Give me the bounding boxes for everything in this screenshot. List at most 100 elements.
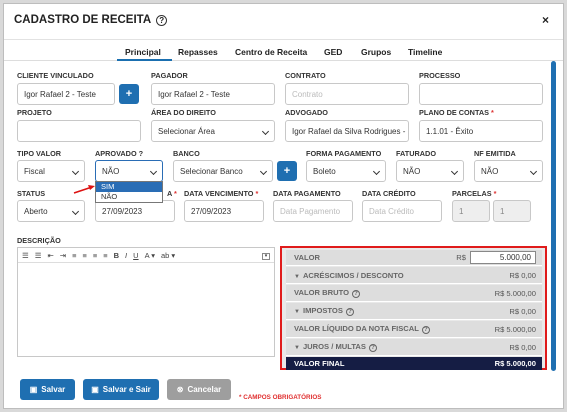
underline-icon[interactable]: U [133, 251, 138, 260]
numbered-list-icon[interactable]: ☰ [35, 251, 42, 260]
projeto-field[interactable] [17, 120, 141, 142]
help-icon[interactable]: ? [421, 326, 430, 334]
align-right-icon[interactable]: ≡ [93, 251, 97, 260]
cancel-icon: ⊗ [176, 385, 184, 394]
advogado-label: ADVOGADO [285, 108, 328, 117]
tipo-valor-select[interactable]: Fiscal [17, 160, 85, 182]
caret-down-icon[interactable]: ▼ [294, 345, 300, 351]
modal-title: CADASTRO DE RECEITA ? [14, 14, 168, 26]
indent-icon[interactable]: ⇥ [60, 251, 66, 260]
data-venc-field[interactable]: 27/09/2023 [184, 200, 264, 222]
data-comp-label: A * [167, 189, 177, 198]
valor-input[interactable]: 5.000,00 [470, 251, 536, 264]
align-justify-icon[interactable]: ≡ [103, 251, 107, 260]
save-icon: ▣ [29, 385, 38, 394]
help-icon[interactable]: ? [156, 14, 168, 26]
text-color-icon[interactable]: A ▾ [145, 251, 155, 260]
modal-title-text: CADASTRO DE RECEITA [14, 14, 152, 26]
valor-final-row: VALOR FINAL R$ 5.000,00 [286, 357, 542, 370]
data-venc-label: DATA VENCIMENTO * [184, 189, 258, 198]
scrollbar[interactable] [551, 61, 556, 371]
data-venc-label-text: DATA VENCIMENTO [184, 189, 254, 198]
help-icon[interactable]: ? [345, 308, 354, 316]
pagador-field[interactable]: Igor Rafael 2 - Teste [151, 83, 275, 105]
option-nao[interactable]: NÃO [96, 192, 162, 202]
plano-field[interactable]: 1.1.01 - Êxito [419, 120, 543, 142]
option-sim[interactable]: SIM [96, 182, 162, 192]
tipo-valor-label: TIPO VALOR [17, 149, 62, 158]
red-arrow-icon [73, 185, 95, 194]
data-cred-field[interactable]: Data Crédito [362, 200, 442, 222]
data-pag-label: DATA PAGAMENTO [273, 189, 341, 198]
tab-principal[interactable]: Principal [125, 47, 161, 57]
save-button[interactable]: ▣ Salvar [20, 379, 75, 400]
valor-final-value: R$ 5.000,00 [494, 359, 536, 368]
tab-centro-de-receita[interactable]: Centro de Receita [235, 47, 307, 57]
help-icon[interactable]: ? [368, 344, 377, 352]
impostos-label: IMPOSTOS [302, 306, 343, 315]
toolbar-toggle-icon[interactable]: ▾ [262, 253, 270, 260]
valor-bruto-label-group: VALOR BRUTO? [294, 288, 360, 298]
juros-label: JUROS / MULTAS [302, 342, 366, 351]
status-select[interactable]: Aberto [17, 200, 85, 222]
required-mark: * [491, 108, 494, 117]
valor-row: VALOR R$ 5.000,00 [286, 250, 542, 266]
caret-down-icon[interactable]: ▼ [294, 309, 300, 315]
caret-down-icon[interactable]: ▼ [294, 274, 300, 280]
valor-bruto-value: R$ 5.000,00 [494, 288, 536, 298]
outdent-icon[interactable]: ⇤ [47, 251, 53, 260]
acrescimos-row[interactable]: ▼ ACRÉSCIMOS / DESCONTO R$ 0,00 [286, 267, 542, 284]
align-left-icon[interactable]: ≡ [72, 251, 76, 260]
banco-select[interactable]: Selecionar Banco [173, 160, 273, 182]
area-label: ÁREA DO DIREITO [151, 108, 216, 117]
data-comp-field[interactable]: 27/09/2023 [95, 200, 175, 222]
cancel-button[interactable]: ⊗ Cancelar [167, 379, 231, 400]
contrato-field[interactable]: Contrato [285, 83, 409, 105]
help-icon[interactable]: ? [351, 290, 360, 298]
forma-pag-select[interactable]: Boleto [306, 160, 386, 182]
aprovado-dropdown[interactable]: SIM NÃO [95, 181, 163, 203]
valor-bruto-label: VALOR BRUTO [294, 288, 349, 297]
aprovado-select[interactable]: NÃO [95, 160, 163, 182]
advogado-field[interactable]: Igor Rafael da Silva Rodrigues - [285, 120, 409, 142]
acrescimos-value: R$ 0,00 [509, 270, 536, 280]
tab-timeline[interactable]: Timeline [408, 47, 442, 57]
align-center-icon[interactable]: ≡ [82, 251, 86, 260]
add-banco-button[interactable]: + [277, 161, 297, 181]
nf-select[interactable]: NÃO [474, 160, 543, 182]
add-cliente-button[interactable]: + [119, 84, 139, 104]
impostos-label-group: ▼ IMPOSTOS? [294, 306, 354, 316]
save-icon: ▣ [91, 385, 99, 394]
valor-input-group: R$ 5.000,00 [456, 251, 536, 264]
save-exit-label: Salvar e Sair [102, 385, 151, 394]
juros-label-group: ▼ JUROS / MULTAS? [294, 342, 377, 352]
tab-repasses[interactable]: Repasses [178, 47, 218, 57]
banco-label: BANCO [173, 149, 200, 158]
close-icon[interactable]: × [542, 13, 549, 27]
plano-label: PLANO DE CONTAS * [419, 108, 494, 117]
impostos-value: R$ 0,00 [509, 306, 536, 316]
faturado-select[interactable]: NÃO [396, 160, 464, 182]
area-select[interactable]: Selecionar Área [151, 120, 275, 142]
highlight-icon[interactable]: ab ▾ [161, 251, 175, 260]
tab-ged[interactable]: GED [324, 47, 342, 57]
valor-liquido-row: VALOR LÍQUIDO DA NOTA FISCAL? R$ 5.000,0… [286, 321, 542, 338]
valor-final-label: VALOR FINAL [294, 359, 345, 368]
bold-icon[interactable]: B [114, 251, 119, 260]
acrescimos-label-group: ▼ ACRÉSCIMOS / DESCONTO [294, 271, 404, 280]
juros-row[interactable]: ▼ JUROS / MULTAS? R$ 0,00 [286, 339, 542, 356]
bullet-list-icon[interactable]: ☰ [22, 251, 29, 260]
contrato-label: CONTRATO [285, 71, 326, 80]
italic-icon[interactable]: I [125, 251, 127, 260]
processo-field[interactable] [419, 83, 543, 105]
valor-label: VALOR [294, 253, 321, 262]
cancel-label: Cancelar [187, 385, 222, 394]
data-cred-label: DATA CRÉDITO [362, 189, 416, 198]
impostos-row[interactable]: ▼ IMPOSTOS? R$ 0,00 [286, 303, 542, 320]
data-pag-field[interactable]: Data Pagamento [273, 200, 353, 222]
status-label: STATUS [17, 189, 46, 198]
save-exit-button[interactable]: ▣ Salvar e Sair [83, 379, 159, 400]
descricao-editor[interactable]: ☰ ☰ ⇤ ⇥ ≡ ≡ ≡ ≡ B I U A ▾ ab ▾ ▾ [17, 247, 275, 357]
tab-grupos[interactable]: Grupos [361, 47, 391, 57]
cliente-field[interactable]: Igor Rafael 2 - Teste [17, 83, 115, 105]
